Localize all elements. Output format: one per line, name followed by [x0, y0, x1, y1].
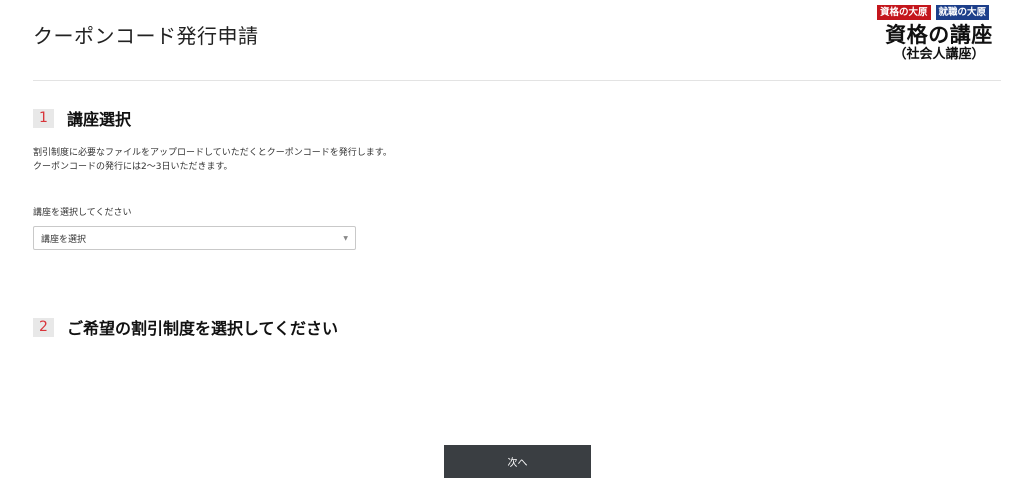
- section-title-course-select: 講座選択: [67, 110, 132, 129]
- logo-badge-shushoku: 就職の大原: [935, 5, 990, 20]
- coupon-application-page: クーポンコード発行申請 資格の大原 就職の大原 資格の講座 （社会人講座） 1 …: [0, 0, 1024, 504]
- logo-badges: 資格の大原 就職の大原: [877, 5, 1001, 20]
- course-select-value: 講座を選択: [41, 234, 87, 245]
- description-line-1: 割引制度に必要なファイルをアップロードしていただくとクーポンコードを発行します。: [33, 148, 392, 158]
- description-line-2: クーポンコードの発行には2〜3日いただきます。: [33, 162, 233, 172]
- logo-sub-text: （社会人講座）: [893, 47, 985, 62]
- section-title-discount-select: ご希望の割引制度を選択してください: [67, 319, 339, 338]
- section-discount-select-heading: 2 ご希望の割引制度を選択してください: [33, 315, 338, 339]
- course-select-dropdown[interactable]: 講座を選択 ▼: [33, 226, 356, 250]
- page-title: クーポンコード発行申請: [33, 24, 259, 48]
- section-description: 割引制度に必要なファイルをアップロードしていただくとクーポンコードを発行します。…: [33, 146, 392, 174]
- step-number-2: 2: [33, 317, 54, 337]
- caret-down-icon: ▼: [343, 234, 348, 242]
- header-divider: [33, 80, 1001, 81]
- logo-badge-shikaku: 資格の大原: [877, 5, 931, 20]
- brand-logo[interactable]: 資格の大原 就職の大原 資格の講座 （社会人講座）: [877, 5, 1001, 71]
- next-button[interactable]: 次へ: [444, 445, 591, 478]
- logo-main-text: 資格の講座: [885, 23, 993, 47]
- course-select-label: 講座を選択してください: [33, 208, 132, 218]
- step-number-1: 1: [33, 108, 54, 128]
- section-course-select-heading: 1 講座選択: [33, 106, 131, 130]
